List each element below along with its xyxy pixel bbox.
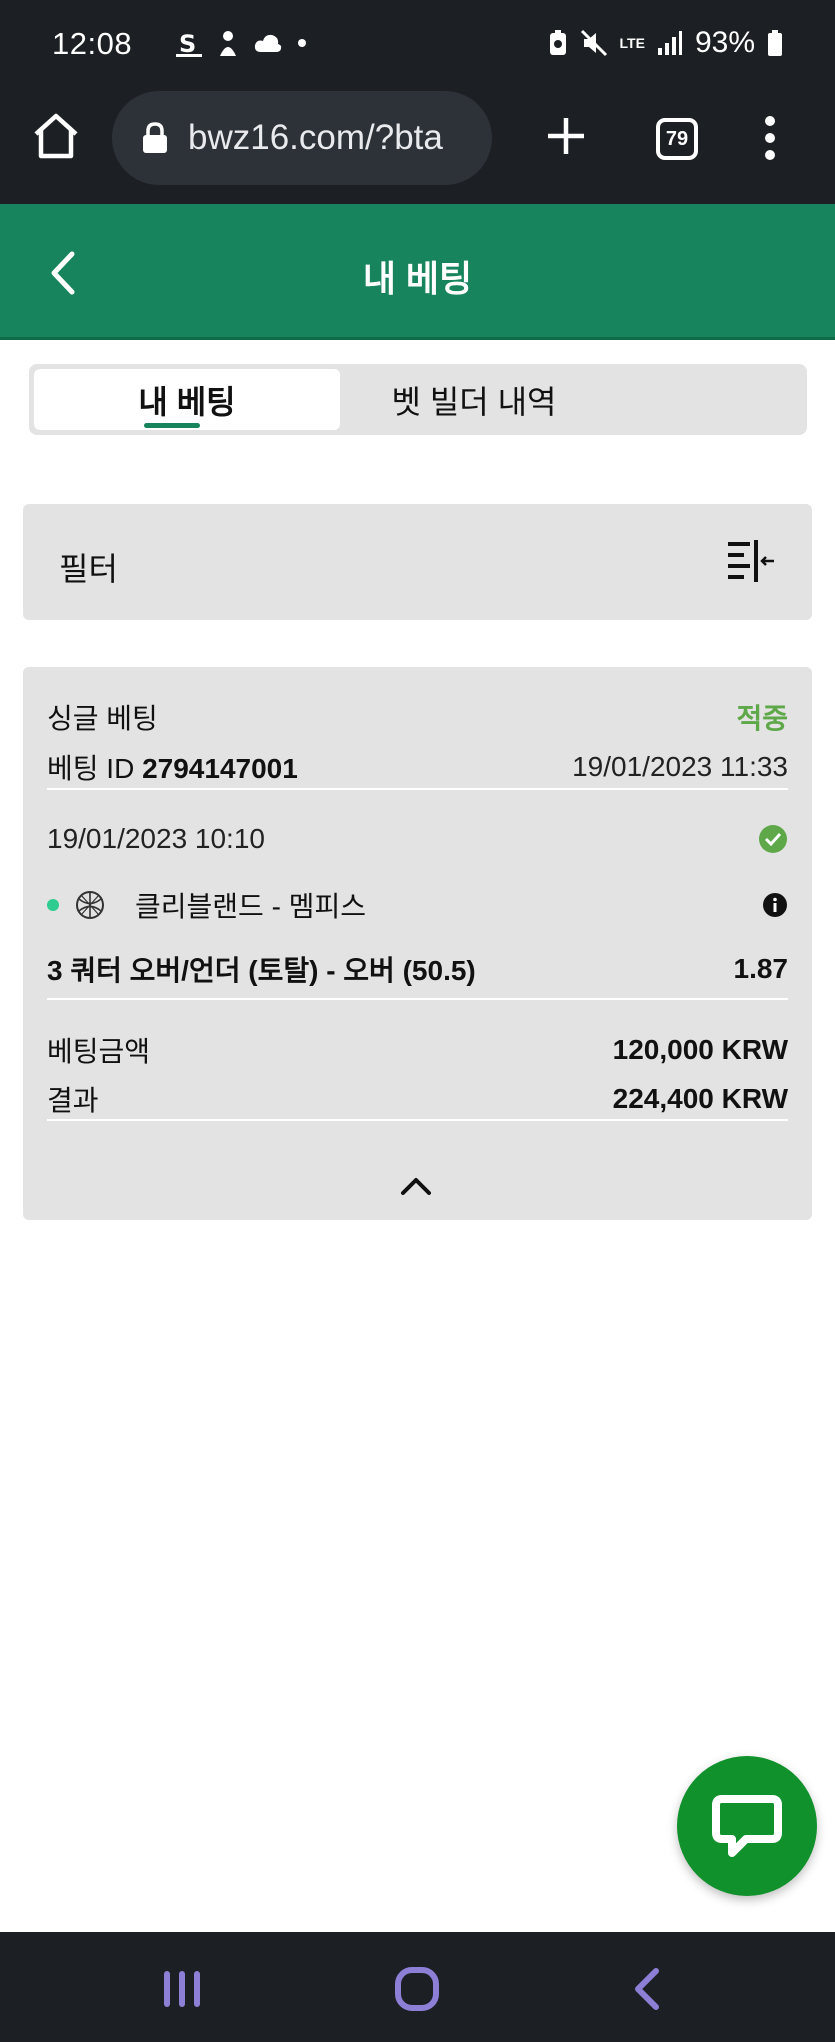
- bet-card: 싱글 베팅 적중 베팅 ID 2794147001 19/01/2023 11:…: [23, 667, 812, 1220]
- bet-type: 싱글 베팅: [47, 703, 158, 734]
- tab-my-bets[interactable]: 내 베팅: [34, 369, 340, 430]
- status-time: 12:08: [52, 26, 133, 61]
- filter-label: 필터: [59, 551, 118, 587]
- cloud-icon: [254, 32, 282, 54]
- result-label: 결과: [47, 1085, 99, 1116]
- match-name: 클리블랜드 - 멤피스: [135, 891, 366, 922]
- active-tab-indicator: [144, 423, 200, 428]
- live-dot-icon: [47, 899, 59, 911]
- divider: [47, 788, 788, 790]
- status-badge: 적중: [736, 703, 788, 734]
- recent-apps-icon[interactable]: [160, 1968, 204, 2010]
- menu-icon[interactable]: [762, 114, 778, 162]
- chat-button[interactable]: [677, 1756, 817, 1896]
- battery-percent: 93%: [694, 26, 755, 59]
- bet-header-row: 싱글 베팅 적중: [47, 697, 788, 737]
- dot-icon: [296, 37, 308, 49]
- basketball-icon: [76, 891, 104, 919]
- check-circle-icon: [759, 825, 787, 853]
- notification-icons: S: [176, 28, 308, 58]
- plus-icon[interactable]: [540, 110, 592, 162]
- app-s-icon: S: [176, 28, 202, 58]
- url-bar[interactable]: bwz16.com/?bta: [112, 91, 492, 185]
- chat-icon: [712, 1795, 782, 1857]
- lock-icon: [143, 122, 167, 153]
- event-time-row: 19/01/2023 10:10: [47, 823, 788, 855]
- bet-id-value: 2794147001: [142, 753, 298, 784]
- system-nav-bar: [0, 1932, 835, 2042]
- app-figure-icon: [216, 28, 240, 58]
- bet-selection: 3 쿼터 오버/언더 (토탈) - 오버 (50.5): [47, 955, 476, 986]
- filter-icon[interactable]: [728, 540, 776, 584]
- page-title: 내 베팅: [362, 258, 473, 299]
- back-nav-icon[interactable]: [630, 1966, 664, 2012]
- status-right: LTE 93%: [548, 26, 783, 60]
- home-nav-icon[interactable]: [394, 1966, 440, 2012]
- lte-icon: LTE: [619, 34, 645, 51]
- url-text: bwz16.com/?bta: [188, 118, 443, 157]
- match-row: 클리블랜드 - 멤피스: [47, 885, 788, 925]
- result-row: 결과 224,400 KRW: [47, 1079, 788, 1119]
- result-value: 224,400 KRW: [612, 1083, 788, 1114]
- match-info: 클리블랜드 - 멤피스: [47, 885, 366, 925]
- bet-id-label: 베팅 ID: [47, 753, 143, 784]
- divider: [47, 1119, 788, 1121]
- stake-value: 120,000 KRW: [612, 1034, 788, 1065]
- tab-label: 벳 빌더 내역: [391, 383, 557, 420]
- tabs-icon[interactable]: 79: [656, 118, 698, 160]
- signal-icon: [657, 30, 683, 56]
- mute-icon: [580, 29, 608, 57]
- battery-saver-icon: [548, 29, 568, 57]
- stake-row: 베팅금액 120,000 KRW: [47, 1030, 788, 1070]
- status-bar: 12:08 S LTE 93%: [0, 0, 835, 88]
- info-icon[interactable]: [762, 892, 788, 918]
- tab-bet-builder-history[interactable]: 벳 빌더 내역: [349, 369, 599, 430]
- browser-toolbar: bwz16.com/?bta 79: [0, 88, 835, 204]
- stake-label: 베팅금액: [47, 1036, 151, 1067]
- bet-id: 베팅 ID 2794147001: [47, 747, 298, 787]
- bet-placed-date: 19/01/2023 11:33: [572, 751, 788, 782]
- home-icon[interactable]: [30, 110, 82, 162]
- svg-text:S: S: [179, 30, 196, 58]
- divider: [47, 998, 788, 1000]
- filter-bar[interactable]: 필터: [23, 504, 812, 620]
- bet-id-row: 베팅 ID 2794147001 19/01/2023 11:33: [47, 747, 788, 787]
- chevron-up-icon[interactable]: [399, 1175, 433, 1197]
- bet-odds: 1.87: [733, 953, 789, 984]
- app-header: 내 베팅: [0, 204, 835, 340]
- battery-icon: [767, 29, 783, 57]
- bet-tabs: 내 베팅 벳 빌더 내역: [29, 364, 807, 435]
- tab-label: 내 베팅: [138, 383, 236, 420]
- event-time: 19/01/2023 10:10: [47, 823, 265, 854]
- selection-row: 3 쿼터 오버/언더 (토탈) - 오버 (50.5) 1.87: [47, 949, 788, 989]
